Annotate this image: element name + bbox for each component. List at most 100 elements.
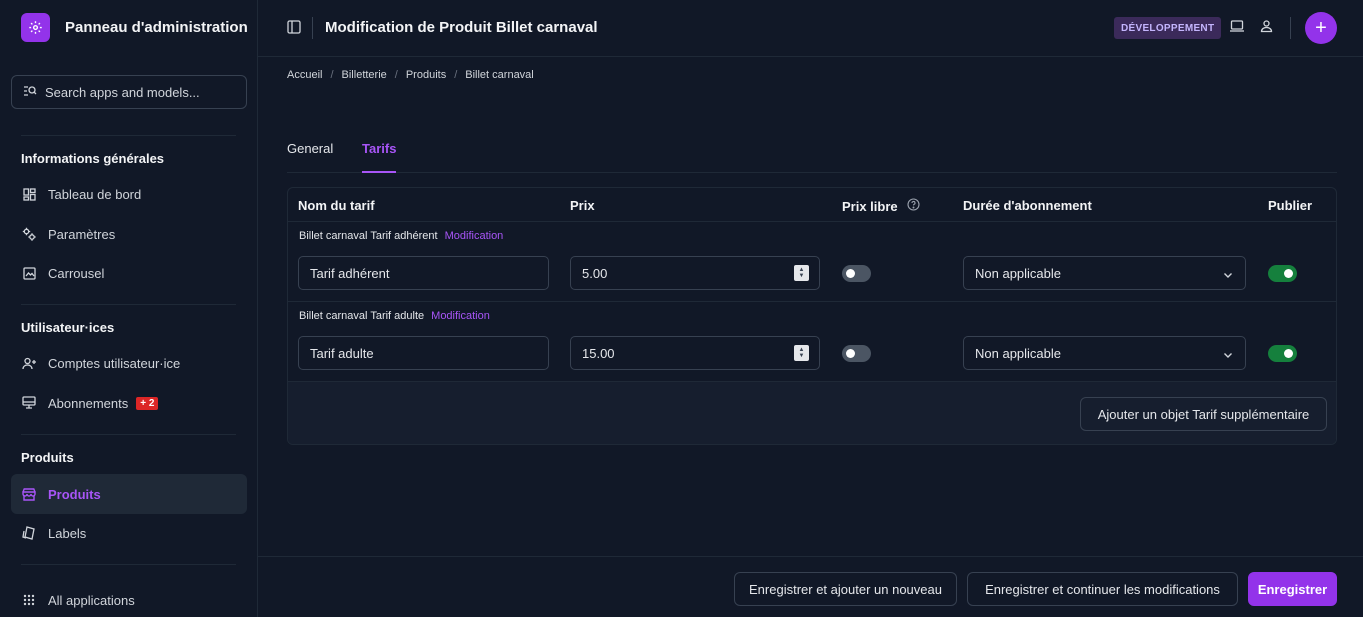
action-bar: Enregistrer et ajouter un nouveau Enregi… [258,556,1363,617]
section-heading-users: Utilisateur·ices [21,320,115,335]
add-button[interactable]: + [1305,12,1337,44]
breadcrumb-separator: / [330,69,334,81]
column-header-duration: Durée d'abonnement [963,198,1092,213]
laptop-icon[interactable] [1229,19,1245,36]
breadcrumb-ticketing[interactable]: Billetterie [342,69,387,81]
tariff-name-field[interactable]: Tarif adhérent [298,256,549,290]
select-value: Non applicable [975,265,1062,281]
table-footer: Ajouter un objet Tarif supplémentaire [288,382,1336,444]
sidebar-item-dashboard[interactable]: Tableau de bord [11,174,247,214]
save-and-continue-button[interactable]: Enregistrer et continuer les modificatio… [967,572,1238,606]
save-and-add-button[interactable]: Enregistrer et ajouter un nouveau [734,572,957,606]
price-field[interactable]: 15.00 ▲ ▼ [570,336,820,370]
sidebar-item-all-applications[interactable]: All applications [11,580,247,617]
settings-gear-logo-icon [21,13,50,42]
select-value: Non applicable [975,345,1062,361]
topbar: Modification de Produit Billet carnaval … [258,0,1363,57]
row-label: Billet carnaval Tarif adulte Modificatio… [299,310,490,322]
breadcrumb-separator: / [394,69,398,81]
divider [21,135,236,136]
breadcrumb: Accueil / Billetterie / Produits / Bille… [287,69,534,81]
count-badge: + 2 [136,396,159,410]
sidebar-item-label: Paramètres [48,226,116,242]
label-icon [21,525,37,541]
free-price-toggle[interactable] [842,265,871,282]
publish-toggle[interactable] [1268,345,1297,362]
sidebar-item-labels[interactable]: Labels [11,513,247,553]
tariffs-table: Nom du tarif Prix Prix libre Durée d'abo… [287,187,1337,445]
help-icon[interactable] [907,198,920,214]
store-icon [21,486,37,502]
breadcrumb-home[interactable]: Accueil [287,69,322,81]
price-field[interactable]: 5.00 ▲ ▼ [570,256,820,290]
column-header-label: Prix libre [842,198,898,214]
duration-select[interactable]: Non applicable [963,256,1246,290]
sidebar-item-subscriptions[interactable]: Abonnements + 2 [11,383,247,423]
sidebar-item-label: Labels [48,525,87,541]
search-input[interactable] [45,84,235,100]
sidebar-item-carousel[interactable]: Carrousel [11,253,247,293]
field-value: Tarif adhérent [310,265,390,281]
column-header-publish: Publier [1268,198,1313,213]
duration-select[interactable]: Non applicable [963,336,1246,370]
chevron-down-icon [1223,268,1233,283]
search-list-icon [23,85,37,100]
number-stepper-icon[interactable]: ▲ ▼ [794,265,809,281]
page-title: Modification de Produit Billet carnaval [325,19,598,36]
row-title: Billet carnaval Tarif adulte [299,310,425,322]
sidebar-item-label: Comptes utilisateur·ice [48,355,181,371]
divider [21,434,236,435]
column-header-name: Nom du tarif [298,198,375,213]
divider [21,564,236,565]
field-value: 5.00 [582,265,608,281]
section-heading-general: Informations générales [21,151,165,166]
brand[interactable]: Panneau d'administration [21,13,248,42]
sidebar-item-label: Produits [48,486,101,502]
divider [288,221,1336,222]
dashboard-icon [21,186,37,202]
column-header-price: Prix [570,198,595,213]
row-label: Billet carnaval Tarif adhérent Modificat… [299,230,503,242]
carousel-icon [21,265,37,281]
breadcrumb-products[interactable]: Produits [406,69,446,81]
divider [312,17,313,39]
save-button[interactable]: Enregistrer [1248,572,1337,606]
number-stepper-icon[interactable]: ▲ ▼ [794,345,809,361]
user-add-icon [21,355,37,371]
breadcrumb-current: Billet carnaval [465,69,534,81]
settings-icon [21,226,37,242]
tab-general[interactable]: General [287,141,333,156]
tab-tarifs[interactable]: Tarifs [362,141,396,156]
sidebar: Panneau d'administration Informations gé… [0,0,258,617]
sidebar-item-products[interactable]: Produits [11,474,247,514]
field-value: Tarif adulte [310,345,374,361]
modify-link[interactable]: Modification [445,230,504,242]
modify-link[interactable]: Modification [431,310,490,322]
divider [21,304,236,305]
sidebar-item-settings[interactable]: Paramètres [11,214,247,254]
tabs: General Tarifs [287,130,1337,173]
brand-title: Panneau d'administration [65,19,248,36]
chevron-down-icon [1223,348,1233,363]
user-icon[interactable] [1260,19,1273,36]
free-price-toggle[interactable] [842,345,871,362]
row-title: Billet carnaval Tarif adhérent [299,230,438,242]
sidebar-item-label: Abonnements [48,395,129,411]
divider [1290,17,1291,39]
plus-icon: + [1315,16,1327,39]
breadcrumb-separator: / [454,69,458,81]
subscription-icon [21,395,37,411]
publish-toggle[interactable] [1268,265,1297,282]
add-tariff-button[interactable]: Ajouter un objet Tarif supplémentaire [1080,397,1327,431]
tariff-name-field[interactable]: Tarif adulte [298,336,549,370]
sidebar-toggle-icon[interactable] [287,20,301,37]
sidebar-item-label: Carrousel [48,265,105,281]
sidebar-item-label: All applications [48,592,135,608]
grid-apps-icon [21,592,37,608]
sidebar-item-user-accounts[interactable]: Comptes utilisateur·ice [11,343,247,383]
field-value: 15.00 [582,345,615,361]
sidebar-search[interactable] [11,75,247,109]
active-tab-indicator [362,171,396,173]
column-header-free-price: Prix libre [842,198,920,214]
environment-badge: DÉVELOPPEMENT [1114,17,1222,39]
